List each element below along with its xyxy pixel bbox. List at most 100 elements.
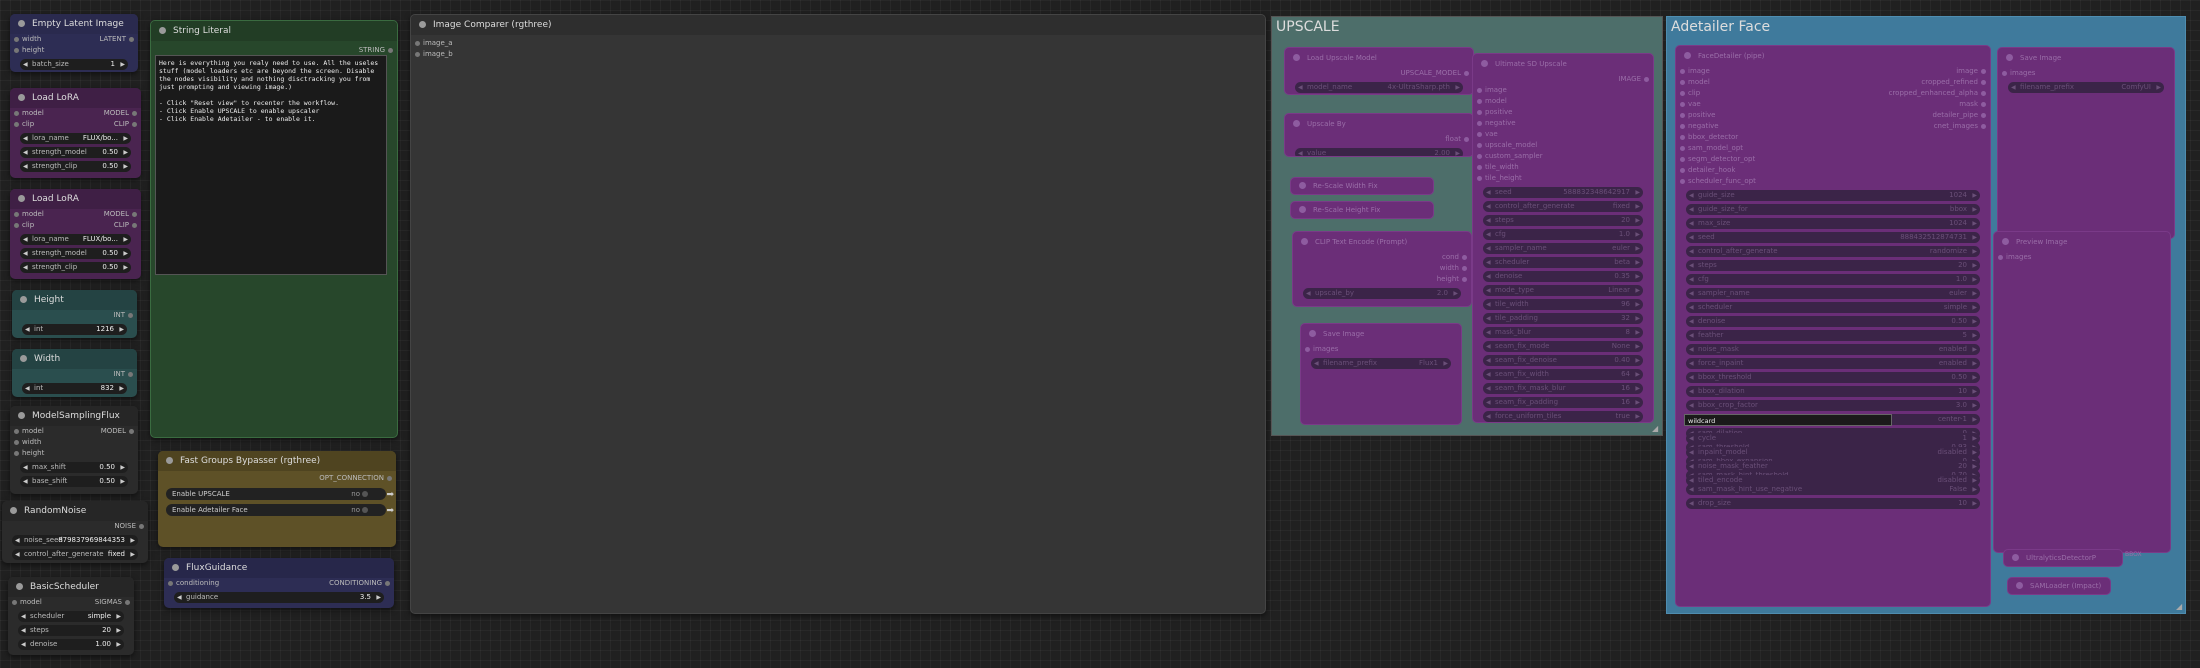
model-input[interactable]: model (14, 209, 44, 220)
decrement-arrow-icon[interactable]: ◀ (1689, 433, 1694, 444)
widget-4[interactable]: ◀ control_after_generate randomize ▶ (1686, 246, 1980, 257)
width-node[interactable]: Width INT ◀ int 832 ▶ (12, 349, 137, 397)
increment-arrow-icon[interactable]: ▶ (1635, 313, 1640, 324)
opt-connection-output[interactable]: OPT_CONNECTION (319, 473, 392, 484)
increment-arrow-icon[interactable]: ▶ (1972, 190, 1977, 201)
image-a-input[interactable]: image_a (415, 38, 453, 49)
decrement-arrow-icon[interactable]: ◀ (1486, 397, 1491, 408)
decrement-arrow-icon[interactable]: ◀ (1486, 383, 1491, 394)
increment-arrow-icon[interactable]: ▶ (1635, 327, 1640, 338)
ultralytics-detector-node[interactable]: UltralyticsDetectorP (2003, 549, 2123, 567)
decrement-arrow-icon[interactable]: ◀ (1689, 330, 1694, 341)
rescale-height-node[interactable]: Re-Scale Height Fix (1290, 201, 1434, 219)
widget-3[interactable]: ◀ cfg 1.0 ▶ (1483, 229, 1643, 240)
widget-0[interactable]: ◀ seed 588832348642917 ▶ (1483, 187, 1643, 198)
widget-2[interactable]: ◀ noise_mask_feather 20 ▶ (1686, 461, 1980, 472)
increment-arrow-icon[interactable]: ▶ (1635, 243, 1640, 254)
enable-upscale-toggle[interactable]: Enable UPSCALE no ➡ (166, 488, 394, 500)
widget-2[interactable]: ◀ steps 20 ▶ (1483, 215, 1643, 226)
input-slot[interactable]: model (1680, 77, 1710, 88)
decrement-arrow-icon[interactable]: ◀ (1689, 358, 1694, 369)
clip-input[interactable]: clip (13, 119, 34, 130)
input-slot[interactable]: tile_height (1477, 173, 1522, 184)
increment-arrow-icon[interactable]: ▶ (1635, 341, 1640, 352)
collapse-dot-icon[interactable] (18, 412, 25, 419)
decrement-arrow-icon[interactable]: ◀ (1486, 369, 1491, 380)
upscale-by-node[interactable]: Upscale By float ◀ value 2.00 ▶ (1284, 113, 1474, 157)
widget-5[interactable]: ◀ steps 20 ▶ (1686, 260, 1980, 271)
decrement-arrow-icon[interactable]: ◀ (1486, 257, 1491, 268)
decrement-arrow-icon[interactable]: ◀ (1689, 288, 1694, 299)
sam-loader-node[interactable]: SAMLoader (Impact) (2007, 577, 2111, 595)
denoise-widget[interactable]: ◀ denoise 1.00 ▶ (18, 639, 124, 650)
collapse-dot-icon[interactable] (18, 20, 25, 27)
conditioning-output[interactable]: CONDITIONING (329, 578, 390, 589)
widget-7[interactable]: ◀ sampler_name euler ▶ (1686, 288, 1980, 299)
widget-15[interactable]: ◀ bbox_crop_factor 3.0 ▶ (1686, 400, 1980, 411)
input-slot[interactable]: clip (1679, 88, 1700, 99)
widget-3[interactable]: ◀ tiled_encode disabled ▶ (1686, 475, 1980, 486)
height-input[interactable]: height (13, 448, 44, 459)
clip-output[interactable]: CLIP (114, 220, 138, 231)
decrement-arrow-icon[interactable]: ◀ (1486, 313, 1491, 324)
noise-output[interactable]: NOISE (114, 521, 144, 532)
load-lora-node-2[interactable]: Load LoRA model MODEL clip CLIP ◀ lora_name… (10, 189, 141, 279)
increment-arrow-icon[interactable]: ▶ (120, 59, 125, 70)
increment-arrow-icon[interactable]: ▶ (1635, 397, 1640, 408)
collapse-dot-icon[interactable] (172, 564, 179, 571)
decrement-arrow-icon[interactable]: ◀ (1689, 246, 1694, 257)
widget-7[interactable]: ◀ mode_type Linear ▶ (1483, 285, 1643, 296)
widget-15[interactable]: ◀ seam_fix_padding 16 ▶ (1483, 397, 1643, 408)
ultimate-sd-upscale-node[interactable]: Ultimate SD Upscale IMAGE image model posi… (1472, 53, 1654, 423)
increment-arrow-icon[interactable]: ▶ (1972, 302, 1977, 313)
collapse-dot-icon[interactable] (166, 457, 173, 464)
increment-arrow-icon[interactable]: ▶ (1972, 316, 1977, 327)
base-shift-widget[interactable]: ◀ base_shift 0.50 ▶ (20, 476, 128, 487)
max-shift-widget[interactable]: ◀ max_shift 0.50 ▶ (20, 462, 128, 473)
input-slot[interactable]: sam_model_opt (1679, 143, 1743, 154)
output-slot[interactable]: cropped_enhanced_alpha (1889, 88, 1987, 99)
decrement-arrow-icon[interactable]: ◀ (1486, 215, 1491, 226)
decrement-arrow-icon[interactable]: ◀ (1689, 204, 1694, 215)
image-comparer-node[interactable]: Image Comparer (rgthree) image_a image_b (410, 14, 1266, 614)
upscale-group[interactable]: UPSCALE Load Upscale Model UPSCALE_MODEL… (1271, 16, 1663, 436)
input-slot[interactable]: custom_sampler (1477, 151, 1543, 162)
random-noise-node[interactable]: RandomNoise NOISE ◀ noise_seed 87983796984… (2, 501, 148, 563)
go-arrow-icon[interactable]: ➡ (386, 505, 394, 517)
widget-9[interactable]: ◀ denoise 0.50 ▶ (1686, 316, 1980, 327)
preview-image-node[interactable]: Preview Image images (1993, 231, 2171, 553)
model-input[interactable]: model (14, 108, 44, 119)
decrement-arrow-icon[interactable]: ◀ (1486, 299, 1491, 310)
collapse-dot-icon[interactable] (20, 296, 27, 303)
increment-arrow-icon[interactable]: ▶ (1972, 358, 1977, 369)
widget-8[interactable]: ◀ scheduler simple ▶ (1686, 302, 1980, 313)
image-b-input[interactable]: image_b (415, 49, 453, 60)
decrement-arrow-icon[interactable]: ◀ (1689, 475, 1694, 486)
latent-output[interactable]: LATENT (99, 34, 134, 45)
widget-1[interactable]: ◀ inpaint_model disabled ▶ (1686, 447, 1980, 458)
increment-arrow-icon[interactable]: ▶ (1972, 274, 1977, 285)
decrement-arrow-icon[interactable]: ◀ (1486, 229, 1491, 240)
load-upscale-model-node[interactable]: Load Upscale Model UPSCALE_MODEL ◀ model_… (1284, 47, 1474, 95)
increment-arrow-icon[interactable]: ▶ (1972, 400, 1977, 411)
empty-latent-image-node[interactable]: Empty Latent Image width LATENT height ◀ b… (10, 14, 138, 72)
enable-adetailer-toggle[interactable]: Enable Adetailer Face no ➡ (166, 504, 394, 516)
widget-6[interactable]: ◀ denoise 0.35 ▶ (1483, 271, 1643, 282)
fast-groups-bypasser-node[interactable]: Fast Groups Bypasser (rgthree) OPT_CONNE… (158, 451, 396, 547)
go-arrow-icon[interactable]: ➡ (386, 489, 394, 501)
increment-arrow-icon[interactable]: ▶ (1972, 433, 1977, 444)
widget-6[interactable]: ◀ cfg 1.0 ▶ (1686, 274, 1980, 285)
decrement-arrow-icon[interactable]: ◀ (1486, 285, 1491, 296)
increment-arrow-icon[interactable]: ▶ (1635, 257, 1640, 268)
widget-11[interactable]: ◀ seam_fix_mode None ▶ (1483, 341, 1643, 352)
resize-grip-icon[interactable]: ◢ (2176, 602, 2182, 611)
decrement-arrow-icon[interactable]: ◀ (1689, 302, 1694, 313)
lora-name-widget[interactable]: ◀ lora_name FLUX/bo... ▶ (20, 133, 131, 144)
decrement-arrow-icon[interactable]: ◀ (1486, 243, 1491, 254)
batch-size-widget[interactable]: ◀ batch_size 1 ▶ (20, 59, 128, 70)
decrement-arrow-icon[interactable]: ◀ (1689, 344, 1694, 355)
int-widget[interactable]: ◀ int 1216 ▶ (22, 324, 127, 335)
widget-3[interactable]: ◀ seed 888432512874731 ▶ (1686, 232, 1980, 243)
input-slot[interactable]: upscale_model (1476, 140, 1537, 151)
widget-2[interactable]: ◀ max_size 1024 ▶ (1686, 218, 1980, 229)
